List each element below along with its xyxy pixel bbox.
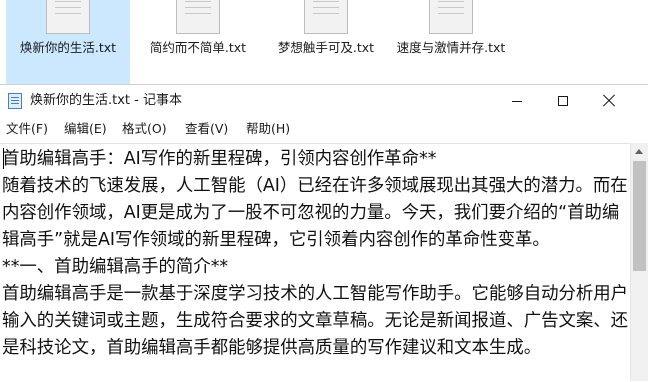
file-item-1[interactable]: 简约而不简单.txt — [136, 0, 260, 84]
file-name: 梦想触手可及.txt — [277, 40, 375, 55]
document-text[interactable]: 首助编辑高手：AI写作的新里程碑，引领内容创作革命** 随着技术的飞速发展，人工… — [0, 144, 630, 362]
text-editor[interactable]: 首助编辑高手：AI写作的新里程碑，引领内容创作革命** 随着技术的飞速发展，人工… — [0, 143, 630, 382]
file-name: 焕新你的生活.txt — [19, 40, 117, 55]
scrollbar-thumb[interactable] — [633, 161, 646, 271]
menu-bar: 文件(F) 编辑(E) 格式(O) 查看(V) 帮助(H) — [0, 117, 648, 141]
text-file-icon — [46, 0, 90, 34]
close-button[interactable] — [586, 85, 632, 117]
maximize-icon — [558, 96, 568, 106]
file-item-3[interactable]: 速度与激情并存.txt — [392, 0, 510, 84]
menu-edit[interactable]: 编辑(E) — [62, 117, 109, 141]
file-explorer-strip: 焕新你的生活.txt 简约而不简单.txt 梦想触手可及.txt 速度与激情并存… — [0, 0, 648, 85]
menu-file[interactable]: 文件(F) — [4, 117, 50, 141]
minimize-icon — [512, 101, 522, 102]
text-file-icon — [304, 0, 348, 34]
menu-view[interactable]: 查看(V) — [183, 117, 230, 141]
menu-help[interactable]: 帮助(H) — [244, 117, 292, 141]
notepad-window: 焕新你的生活.txt - 记事本 文件(F) 编辑(E) 格式(O) 查看(V)… — [0, 84, 648, 382]
text-file-icon — [429, 0, 473, 34]
file-item-2[interactable]: 梦想触手可及.txt — [264, 0, 388, 84]
scroll-up-arrow-icon[interactable] — [631, 143, 648, 160]
menu-format[interactable]: 格式(O) — [120, 117, 169, 141]
text-caret — [3, 148, 4, 169]
title-bar[interactable]: 焕新你的生活.txt - 记事本 — [0, 85, 648, 117]
maximize-button[interactable] — [540, 85, 586, 117]
close-icon — [603, 95, 615, 107]
file-item-0[interactable]: 焕新你的生活.txt — [6, 0, 130, 84]
file-name: 速度与激情并存.txt — [396, 40, 506, 55]
file-name: 简约而不简单.txt — [149, 40, 247, 55]
text-file-icon — [176, 0, 220, 34]
window-title: 焕新你的生活.txt - 记事本 — [30, 93, 182, 108]
minimize-button[interactable] — [494, 85, 540, 117]
vertical-scrollbar[interactable] — [630, 143, 648, 381]
notepad-icon — [8, 93, 22, 109]
